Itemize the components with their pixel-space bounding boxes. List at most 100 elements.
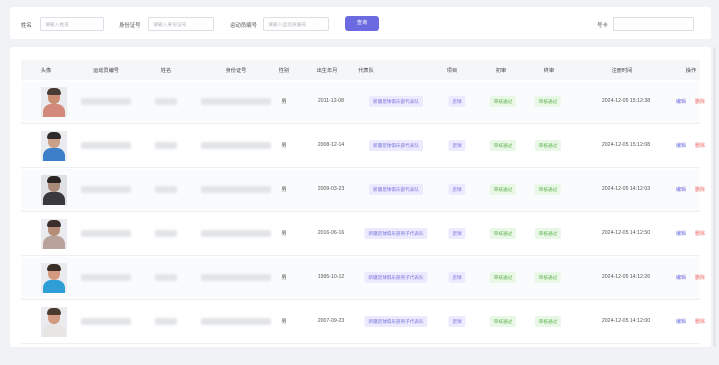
col-gender: 性别 bbox=[278, 68, 290, 74]
team-tag: 新疆足球俱乐部男子代表队 bbox=[364, 272, 428, 283]
search-button[interactable]: 查询 bbox=[345, 16, 379, 31]
avatar bbox=[41, 263, 67, 293]
col-first-review: 初审 bbox=[495, 68, 507, 74]
table-row: 男 2016-06-16 新疆足球俱乐部男子代表队 足球 审核通过 审核通过 2… bbox=[21, 213, 705, 256]
vertical-scrollbar[interactable] bbox=[713, 47, 716, 347]
birth-cell: 2016-06-16 bbox=[317, 230, 345, 236]
name-redacted bbox=[155, 274, 177, 281]
gender-cell: 男 bbox=[281, 187, 287, 193]
athlete-number-redacted bbox=[81, 186, 131, 193]
registered-cell: 2024-12-05 14:12:50 bbox=[601, 230, 651, 236]
avatar bbox=[41, 87, 67, 117]
first-review-badge: 审核通过 bbox=[489, 140, 517, 151]
gender-cell: 男 bbox=[281, 143, 287, 149]
name-redacted bbox=[155, 230, 177, 237]
table-row: 男 1995-10-12 新疆足球俱乐部男子代表队 足球 审核通过 审核通过 2… bbox=[21, 257, 705, 300]
item-tag: 足球 bbox=[448, 272, 466, 283]
athlete-number-redacted bbox=[81, 98, 131, 105]
id-number-redacted bbox=[201, 186, 271, 193]
athlete-number-redacted bbox=[81, 142, 131, 149]
item-tag: 足球 bbox=[448, 140, 466, 151]
card-input[interactable] bbox=[613, 17, 694, 31]
table-row: 男 2007-09-23 新疆足球俱乐部男子代表队 足球 审核通过 审核通过 2… bbox=[21, 301, 705, 344]
edit-link[interactable]: 编辑 bbox=[676, 230, 686, 237]
id-number-label: 身份证号 bbox=[119, 23, 141, 29]
id-number-redacted bbox=[201, 230, 271, 237]
athlete-number-redacted bbox=[81, 230, 131, 237]
col-item: 项目 bbox=[446, 68, 458, 74]
table-header: 头像 运动员编号 姓名 身份证号 性别 出生年月 代表队 项目 初审 终审 注册… bbox=[21, 60, 700, 80]
col-final-review: 终审 bbox=[543, 68, 555, 74]
name-input[interactable]: 请输入姓名 bbox=[40, 17, 104, 31]
team-tag: 新疆足球俱乐部代表队 bbox=[369, 96, 423, 107]
birth-cell: 1995-10-12 bbox=[317, 274, 345, 280]
name-redacted bbox=[155, 318, 177, 325]
col-team: 代表队 bbox=[358, 68, 374, 74]
avatar bbox=[41, 131, 67, 161]
birth-cell: 2011-12-08 bbox=[317, 98, 345, 104]
final-review-badge: 审核通过 bbox=[534, 140, 562, 151]
delete-link[interactable]: 删除 bbox=[695, 98, 705, 105]
table-row: 男 2011-12-08 新疆足球俱乐部代表队 足球 审核通过 审核通过 202… bbox=[21, 81, 705, 124]
gender-cell: 男 bbox=[281, 319, 287, 325]
edit-link[interactable]: 编辑 bbox=[676, 142, 686, 149]
team-tag: 新疆足球俱乐部代表队 bbox=[369, 184, 423, 195]
id-number-redacted bbox=[201, 274, 271, 281]
edit-link[interactable]: 编辑 bbox=[676, 98, 686, 105]
first-review-badge: 审核通过 bbox=[489, 272, 517, 283]
col-registered: 注册时间 bbox=[611, 68, 633, 74]
birth-cell: 2008-12-14 bbox=[317, 142, 345, 148]
final-review-badge: 审核通过 bbox=[534, 228, 562, 239]
name-redacted bbox=[155, 142, 177, 149]
id-number-redacted bbox=[201, 318, 271, 325]
registered-cell: 2024-12-05 14:12:26 bbox=[601, 274, 651, 280]
avatar bbox=[41, 219, 67, 249]
gender-cell: 男 bbox=[281, 99, 287, 105]
first-review-badge: 审核通过 bbox=[489, 316, 517, 327]
athlete-number-label: 运动员编号 bbox=[230, 23, 257, 29]
first-review-badge: 审核通过 bbox=[489, 184, 517, 195]
id-number-redacted bbox=[201, 142, 271, 149]
final-review-badge: 审核通过 bbox=[534, 96, 562, 107]
final-review-badge: 审核通过 bbox=[534, 316, 562, 327]
avatar bbox=[41, 175, 67, 205]
item-tag: 足球 bbox=[448, 96, 466, 107]
card-label: 号卡 bbox=[597, 23, 608, 29]
name-redacted bbox=[155, 186, 177, 193]
registered-cell: 2024-12-05 15:12:38 bbox=[601, 98, 651, 104]
delete-link[interactable]: 删除 bbox=[695, 186, 705, 193]
col-birth: 出生年月 bbox=[316, 68, 338, 74]
gender-cell: 男 bbox=[281, 275, 287, 281]
filter-bar: 姓名 请输入姓名 身份证号 请输入身份证号 运动员编号 请输入运动员编号 查询 … bbox=[10, 7, 711, 39]
delete-link[interactable]: 删除 bbox=[695, 142, 705, 149]
team-tag: 新疆足球俱乐部男子代表队 bbox=[364, 316, 428, 327]
first-review-badge: 审核通过 bbox=[489, 96, 517, 107]
edit-link[interactable]: 编辑 bbox=[676, 318, 686, 325]
athlete-table: 头像 运动员编号 姓名 身份证号 性别 出生年月 代表队 项目 初审 终审 注册… bbox=[10, 47, 711, 347]
col-name: 姓名 bbox=[160, 68, 172, 74]
id-number-input[interactable]: 请输入身份证号 bbox=[148, 17, 214, 31]
final-review-badge: 审核通过 bbox=[534, 272, 562, 283]
first-review-badge: 审核通过 bbox=[489, 228, 517, 239]
delete-link[interactable]: 删除 bbox=[695, 318, 705, 325]
delete-link[interactable]: 删除 bbox=[695, 274, 705, 281]
registered-cell: 2024-12-05 14:12:03 bbox=[601, 186, 651, 192]
id-number-redacted bbox=[201, 98, 271, 105]
name-redacted bbox=[155, 98, 177, 105]
edit-link[interactable]: 编辑 bbox=[676, 274, 686, 281]
item-tag: 足球 bbox=[448, 184, 466, 195]
birth-cell: 2009-03-23 bbox=[317, 186, 345, 192]
birth-cell: 2007-09-23 bbox=[317, 318, 345, 324]
registered-cell: 2024-12-05 15:12:08 bbox=[601, 142, 651, 148]
team-tag: 新疆足球俱乐部男子代表队 bbox=[364, 228, 428, 239]
registered-cell: 2024-12-05 14:12:00 bbox=[601, 318, 651, 324]
col-athlete-number: 运动员编号 bbox=[93, 68, 119, 74]
team-tag: 新疆足球俱乐部代表队 bbox=[369, 140, 423, 151]
athlete-number-redacted bbox=[81, 318, 131, 325]
edit-link[interactable]: 编辑 bbox=[676, 186, 686, 193]
col-avatar: 头像 bbox=[40, 68, 52, 74]
delete-link[interactable]: 删除 bbox=[695, 230, 705, 237]
name-label: 姓名 bbox=[21, 23, 32, 29]
athlete-number-input[interactable]: 请输入运动员编号 bbox=[263, 17, 329, 31]
table-row: 男 2008-12-14 新疆足球俱乐部代表队 足球 审核通过 审核通过 202… bbox=[21, 125, 705, 168]
